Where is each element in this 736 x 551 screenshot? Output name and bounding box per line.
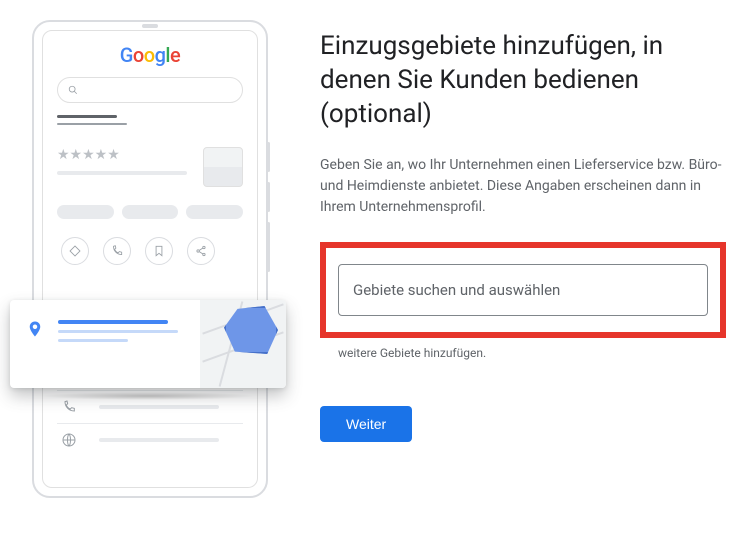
phone-icon <box>61 399 77 415</box>
rating-stars: ★★★★★ <box>57 147 187 163</box>
share-icon <box>187 237 215 265</box>
phone-notch <box>142 24 158 28</box>
directions-icon <box>61 237 89 265</box>
placeholder-line <box>57 123 127 125</box>
location-card <box>10 300 286 388</box>
area-search-input[interactable]: Gebiete suchen und auswählen <box>338 264 708 316</box>
map-thumbnail <box>200 300 286 388</box>
call-icon <box>103 237 131 265</box>
card-shadow <box>40 392 256 400</box>
highlight-annotation: Gebiete suchen und auswählen <box>320 242 726 338</box>
service-area-shape <box>224 306 278 354</box>
google-logo: Google <box>57 43 243 67</box>
mock-searchbar <box>57 77 243 103</box>
search-icon <box>68 85 78 95</box>
save-icon <box>145 237 173 265</box>
placeholder-pills <box>57 205 243 219</box>
side-button <box>267 182 270 212</box>
image-thumbnail <box>203 147 243 187</box>
placeholder-line <box>57 171 187 175</box>
globe-icon <box>61 432 77 448</box>
page-description: Geben Sie an, wo Ihr Unternehmen einen L… <box>320 155 726 218</box>
continue-button[interactable]: Weiter <box>320 406 412 442</box>
location-pin-icon <box>26 318 44 344</box>
website-row <box>57 423 243 456</box>
phone-mockup: Google ★★★★★ <box>32 20 268 498</box>
page-heading: Einzugsgebiete hinzufügen, in denen Sie … <box>320 30 726 131</box>
side-button <box>267 142 270 172</box>
side-button <box>267 222 270 272</box>
placeholder-line <box>57 115 117 118</box>
helper-note: weitere Gebiete hinzufügen. <box>338 344 726 362</box>
